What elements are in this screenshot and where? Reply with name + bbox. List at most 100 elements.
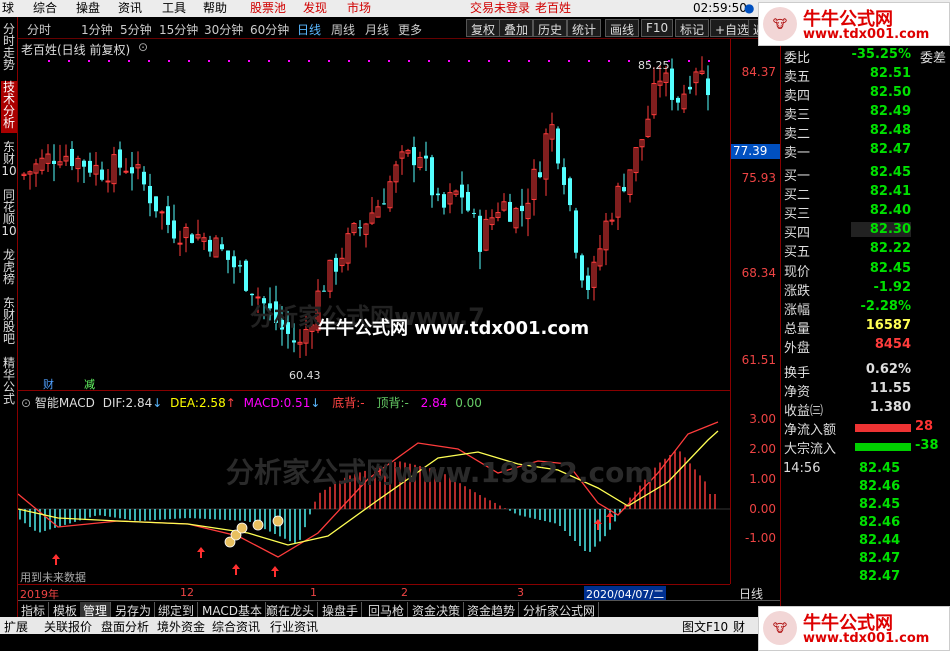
biaoji-button[interactable]: 标记 xyxy=(675,19,710,37)
marker-dot xyxy=(348,60,350,62)
marker-dot xyxy=(608,60,610,62)
candle-body xyxy=(574,210,578,253)
period-5min[interactable]: 5分钟 xyxy=(120,21,152,38)
candle-body xyxy=(177,242,183,245)
fuquan-button[interactable]: 复权 xyxy=(466,19,501,37)
diejia-button[interactable]: 叠加 xyxy=(499,19,534,37)
period-30min[interactable]: 30分钟 xyxy=(204,21,243,38)
marker-dot xyxy=(468,60,470,62)
tab-fenshi-zoushi[interactable]: 分时走势 xyxy=(1,23,17,75)
status-pankou[interactable]: 盘面分析 xyxy=(101,618,149,635)
period-15min[interactable]: 15分钟 xyxy=(159,21,198,38)
status-guanlian[interactable]: 关联报价 xyxy=(44,618,92,635)
buy-level-4-label: 买四 xyxy=(784,226,811,241)
buy-level-2-label: 买二 xyxy=(784,188,811,203)
huaxian-button[interactable]: 画线 xyxy=(605,19,640,37)
clock: 02:59:50 xyxy=(693,1,747,15)
extra-value-1: 2.84 xyxy=(420,396,448,410)
buy-arrow-icon xyxy=(232,564,240,575)
buy-level-3-label: 买三 xyxy=(784,207,811,222)
money-bag-icon xyxy=(252,519,264,531)
candle-body xyxy=(220,244,224,250)
tab-longhubang[interactable]: 龙虎榜 xyxy=(1,249,17,289)
sell-level-5-row: 卖五 82.51 xyxy=(783,66,949,85)
tick-price: 82.47 xyxy=(859,569,901,584)
period-weekly[interactable]: 周线 xyxy=(331,21,355,38)
period-60min[interactable]: 60分钟 xyxy=(250,21,289,38)
period-more[interactable]: 更多 xyxy=(398,21,422,38)
status-f10[interactable]: 图文F10 xyxy=(682,618,728,635)
status-zonghe[interactable]: 综合资讯 xyxy=(212,618,260,635)
candle-body xyxy=(208,239,212,252)
candle-body xyxy=(424,155,428,159)
flow-value-1: 28 xyxy=(915,419,934,434)
menu-zonghe[interactable]: 综合 xyxy=(33,1,57,16)
bg-watermark-2: 分析家公式网www.19822.com xyxy=(226,456,654,489)
menu-shichang[interactable]: 市场 xyxy=(347,1,371,16)
chart-title: 老百姓(日线 前复权) xyxy=(21,43,131,57)
period-1min[interactable]: 1分钟 xyxy=(81,21,113,38)
tick-price: 82.45 xyxy=(859,497,901,512)
cow-icon: 🐮 xyxy=(763,611,797,645)
status-hangye[interactable]: 行业资讯 xyxy=(270,618,318,635)
menu-faxian[interactable]: 发现 xyxy=(303,1,327,16)
axis-m3: 1.00 xyxy=(749,472,776,486)
sell-level-4-value: 82.50 xyxy=(869,85,911,100)
sell-level-1-value: 82.47 xyxy=(869,142,911,157)
status-jingwai[interactable]: 境外资金 xyxy=(157,618,205,635)
buy-level-5-label: 买五 xyxy=(784,245,811,260)
f10-button[interactable]: F10 xyxy=(641,19,674,37)
menu-ball[interactable]: 球 xyxy=(2,1,14,16)
status-cai[interactable]: 财 xyxy=(733,618,745,635)
candle-body xyxy=(322,290,326,292)
dea-label: DEA: xyxy=(170,396,199,410)
buy-level-2-value: 82.41 xyxy=(869,184,911,199)
candle-body xyxy=(292,340,296,343)
cow-icon: 🐮 xyxy=(763,7,797,41)
buy-level-1-row: 买一 82.45 xyxy=(783,165,949,184)
stat-1-label: 涨跌 xyxy=(784,284,811,299)
menu-caopan[interactable]: 操盘 xyxy=(76,1,100,16)
period-monthly[interactable]: 月线 xyxy=(365,21,389,38)
lishi-button[interactable]: 历史 xyxy=(533,19,568,37)
marker-dot xyxy=(268,60,270,62)
date-2: 2 xyxy=(401,586,408,599)
menu-gongju[interactable]: 工具 xyxy=(162,1,186,16)
candle-body xyxy=(232,256,236,268)
status-kuozhan[interactable]: 扩展 xyxy=(4,618,28,635)
buy-arrow-icon xyxy=(606,512,614,523)
tab-dongcai-guba[interactable]: 东财股吧 xyxy=(1,297,17,349)
candle-body xyxy=(460,184,464,198)
user-icon[interactable]: ● xyxy=(744,1,754,16)
buy-level-4-row: 买四 82.30 xyxy=(783,222,949,241)
menu-bangzhu[interactable]: 帮助 xyxy=(203,1,227,16)
tab-tonghuashun10[interactable]: 同花顺10 xyxy=(1,189,17,241)
tab-jishu-fenxi[interactable]: 技术分析 xyxy=(1,81,17,133)
chart-area[interactable]: 老百姓(日线 前复权) ⊙ 85.25 60.43 财 减 分析家公式网www.… xyxy=(18,39,730,584)
quote-panel: 委比 -35.25% 委差 卖五 82.51 卖四 82.50 卖三 82.49 卖二 82.… xyxy=(780,17,950,617)
candle-body xyxy=(358,227,362,229)
marker-dot xyxy=(488,60,490,62)
weicha-label: 委差 xyxy=(920,51,947,66)
tab-dongcai10[interactable]: 东财10 xyxy=(1,141,17,183)
settings-icon[interactable]: ⊙ xyxy=(21,396,31,410)
period-daily[interactable]: 日线 xyxy=(297,21,321,38)
candle-body xyxy=(562,167,566,185)
tab-jinghua-gongshi[interactable]: 精华公式 xyxy=(1,357,17,409)
flow-label-1: 净流入额 xyxy=(784,423,837,438)
axis-p3: 75.93 xyxy=(741,171,776,185)
stat-1-value: -1.92 xyxy=(873,280,911,295)
candle-body xyxy=(622,187,626,192)
menu-gupiaochi[interactable]: 股票池 xyxy=(250,1,286,16)
tongji-button[interactable]: 统计 xyxy=(567,19,602,37)
sell-level-2-value: 82.48 xyxy=(869,123,911,138)
price-axis: 84.37 77.39 75.93 68.34 61.51 3.00 2.00 … xyxy=(730,39,781,601)
marker-dot xyxy=(428,60,430,62)
chevron-down-icon[interactable]: ⊙ xyxy=(138,40,148,54)
candle-body xyxy=(154,196,158,212)
menu-zixun[interactable]: 资讯 xyxy=(118,1,142,16)
indicator-tabs: 指标 模板 管理 另存为 绑定到 MACD基本 巅在龙头 操盘手 回马枪 资金决… xyxy=(18,600,780,619)
indicator-name[interactable]: 智能MACD xyxy=(35,396,95,410)
dibei-value: - xyxy=(360,396,365,410)
period-fenshi[interactable]: 分时 xyxy=(27,21,51,38)
